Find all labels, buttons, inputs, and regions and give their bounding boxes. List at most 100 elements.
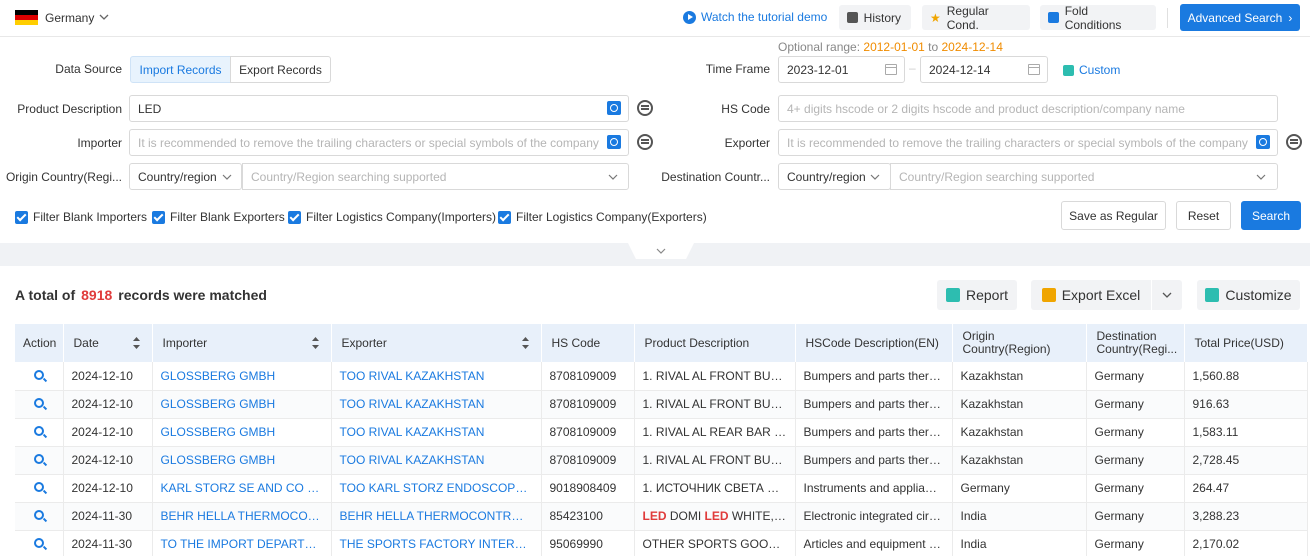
regular-cond-button[interactable]: ★ Regular Cond.	[922, 4, 1030, 32]
import-records-tab[interactable]: Import Records	[130, 56, 231, 83]
cell-importer[interactable]: GLOSSBERG GMBH	[152, 418, 332, 447]
col-importer[interactable]: Importer	[152, 324, 332, 362]
search-button[interactable]: Search	[1241, 201, 1301, 230]
export-dropdown-button[interactable]	[1152, 280, 1182, 310]
cell-exporter[interactable]: THE SPORTS FACTORY INTERNATIO...	[331, 530, 542, 556]
destination-country-field[interactable]: Country/Region searching supported	[890, 163, 1278, 190]
search-icon[interactable]	[33, 454, 44, 464]
cell-action[interactable]	[15, 362, 64, 391]
cell-importer[interactable]: GLOSSBERG GMBH	[152, 362, 332, 391]
table-row[interactable]: 2024-12-10 GLOSSBERG GMBH TOO RIVAL KAZAKH…	[15, 390, 1308, 419]
col-date[interactable]: Date	[63, 324, 153, 362]
list-icon[interactable]	[637, 134, 653, 150]
country-selector[interactable]: Germany	[45, 11, 94, 25]
cell-origin: Kazakhstan	[952, 362, 1087, 391]
table-row[interactable]: 2024-11-30 TO THE IMPORT DEPARTMENT THE SP…	[15, 530, 1308, 556]
reset-button[interactable]: Reset	[1176, 201, 1231, 230]
search-icon[interactable]	[33, 510, 44, 520]
germany-flag-icon[interactable]	[15, 10, 38, 25]
calendar-icon[interactable]	[885, 64, 897, 75]
hs-code-field[interactable]: 4+ digits hscode or 2 digits hscode and …	[778, 95, 1278, 122]
list-icon[interactable]	[1286, 134, 1302, 150]
checkbox-checked-icon	[288, 210, 301, 224]
origin-country-field[interactable]: Country/Region searching supported	[242, 163, 629, 190]
list-icon[interactable]	[637, 100, 653, 116]
col-exporter[interactable]: Exporter	[331, 324, 542, 362]
fold-conditions-button[interactable]: Fold Conditions	[1040, 4, 1156, 32]
chevron-down-icon[interactable]	[1256, 172, 1266, 182]
export-records-tab[interactable]: Export Records	[230, 56, 331, 83]
product-description-field[interactable]: LED	[129, 95, 629, 122]
filter-logistics-importers-checkbox[interactable]: Filter Logistics Company(Importers)	[288, 210, 496, 224]
sort-icon[interactable]	[132, 337, 140, 349]
translate-icon[interactable]	[607, 135, 621, 149]
export-excel-button[interactable]: Export Excel	[1031, 280, 1151, 310]
search-icon[interactable]	[33, 482, 44, 492]
search-icon[interactable]	[33, 426, 44, 436]
cell-importer[interactable]: GLOSSBERG GMBH	[152, 390, 332, 419]
cell-destination: Germany	[1086, 474, 1185, 503]
cell-action[interactable]	[15, 390, 64, 419]
tutorial-link[interactable]: Watch the tutorial demo	[683, 10, 827, 24]
translate-icon[interactable]	[607, 101, 621, 115]
chevron-down-icon[interactable]	[870, 172, 880, 182]
cell-product-description: OTHER SPORTS GOODS : L...	[634, 530, 796, 556]
cell-date: 2024-12-10	[63, 446, 153, 475]
col-origin-country: Origin Country(Region)	[952, 324, 1087, 362]
table-row[interactable]: 2024-12-10 GLOSSBERG GMBH TOO RIVAL KAZAKH…	[15, 446, 1308, 475]
table-row[interactable]: 2024-11-30 BEHR HELLA THERMOCONTR... BEHR …	[15, 502, 1308, 531]
table-row[interactable]: 2024-12-10 KARL STORZ SE AND CO KG TOO KAR…	[15, 474, 1308, 503]
sort-icon[interactable]	[521, 337, 529, 349]
report-button[interactable]: Report	[937, 280, 1017, 310]
calendar-icon[interactable]	[1028, 64, 1040, 75]
cell-action[interactable]	[15, 418, 64, 447]
cell-importer[interactable]: KARL STORZ SE AND CO KG	[152, 474, 332, 503]
chevron-down-icon[interactable]	[98, 11, 110, 23]
save-as-regular-button[interactable]: Save as Regular	[1061, 201, 1166, 230]
search-icon[interactable]	[33, 538, 44, 548]
filter-blank-importers-checkbox[interactable]: Filter Blank Importers	[15, 210, 147, 224]
chevron-right-icon: ›	[1288, 10, 1293, 25]
exporter-field[interactable]: It is recommended to remove the trailing…	[778, 129, 1278, 156]
chevron-down-icon[interactable]	[222, 172, 232, 182]
filter-logistics-exporters-checkbox[interactable]: Filter Logistics Company(Exporters)	[498, 210, 707, 224]
checkbox-checked-icon	[152, 210, 165, 224]
cell-exporter[interactable]: TOO RIVAL KAZAKHSTAN	[331, 362, 542, 391]
filter-blank-exporters-checkbox[interactable]: Filter Blank Exporters	[152, 210, 285, 224]
col-total-price: Total Price(USD)	[1184, 324, 1308, 362]
cell-importer[interactable]: BEHR HELLA THERMOCONTR...	[152, 502, 332, 531]
play-icon	[683, 10, 696, 24]
advanced-search-button[interactable]: Advanced Search ›	[1180, 4, 1300, 31]
translate-icon[interactable]	[1256, 135, 1270, 149]
sort-icon[interactable]	[311, 337, 319, 349]
customize-button[interactable]: Customize	[1197, 280, 1300, 310]
table-row[interactable]: 2024-12-10 GLOSSBERG GMBH TOO RIVAL KAZAKH…	[15, 362, 1308, 391]
history-button[interactable]: History	[839, 5, 911, 30]
table-row[interactable]: 2024-12-10 GLOSSBERG GMBH TOO RIVAL KAZAKH…	[15, 418, 1308, 447]
cell-exporter[interactable]: BEHR HELLA THERMOCONTROL IND...	[331, 502, 542, 531]
chevron-down-icon[interactable]	[655, 246, 667, 256]
cell-total-price: 264.47	[1184, 474, 1308, 503]
cell-action[interactable]	[15, 474, 64, 503]
cell-importer[interactable]: TO THE IMPORT DEPARTMENT	[152, 530, 332, 556]
cell-exporter[interactable]: TOO RIVAL KAZAKHSTAN	[331, 390, 542, 419]
chevron-down-icon[interactable]	[608, 172, 618, 182]
cell-hs-code: 8708109009	[541, 446, 635, 475]
cell-exporter[interactable]: TOO KARL STORZ ENDOSCOPY KAS...	[331, 474, 542, 503]
custom-range-link[interactable]: Custom	[1063, 63, 1120, 77]
col-product-description: Product Description	[634, 324, 796, 362]
cell-product-description: LED DOMI LED WHITE, ELE...	[634, 502, 796, 531]
cell-exporter[interactable]: TOO RIVAL KAZAKHSTAN	[331, 446, 542, 475]
cell-importer[interactable]: GLOSSBERG GMBH	[152, 446, 332, 475]
cell-action[interactable]	[15, 530, 64, 556]
cell-date: 2024-12-10	[63, 362, 153, 391]
origin-country-label: Origin Country(Regi...	[5, 170, 122, 184]
search-icon[interactable]	[33, 398, 44, 408]
cell-exporter[interactable]: TOO RIVAL KAZAKHSTAN	[331, 418, 542, 447]
importer-field[interactable]: It is recommended to remove the trailing…	[129, 129, 629, 156]
search-icon[interactable]	[33, 369, 44, 380]
cell-product-description: 1. RIVAL AL FRONT BUMPE...	[634, 390, 796, 419]
time-frame-label: Time Frame	[705, 62, 770, 76]
cell-action[interactable]	[15, 446, 64, 475]
cell-action[interactable]	[15, 502, 64, 531]
